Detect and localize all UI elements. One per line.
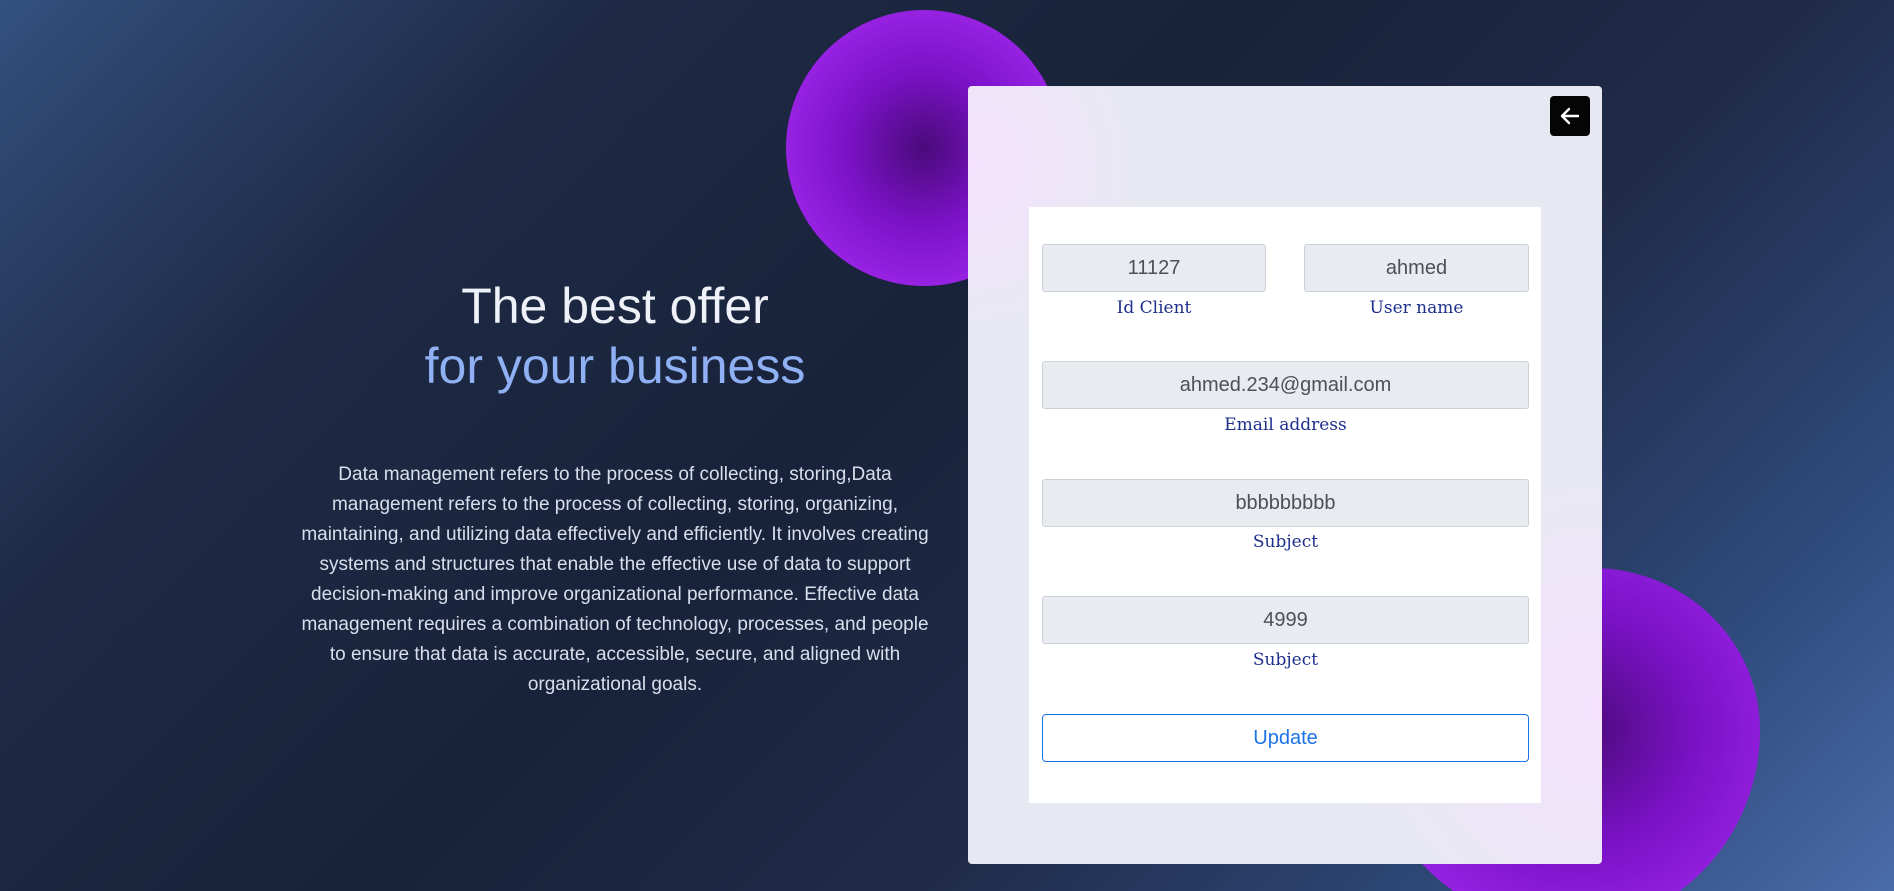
update-form: Id Client User name Email address Subjec…: [1029, 207, 1541, 803]
hero-title: The best offer: [461, 278, 769, 334]
user-name-input[interactable]: [1304, 244, 1529, 292]
hero-subtitle: for your business: [424, 338, 806, 394]
subject-input[interactable]: [1042, 479, 1529, 527]
update-card: Id Client User name Email address Subjec…: [968, 86, 1602, 864]
hero-description: Data management refers to the process of…: [301, 464, 929, 695]
user-name-label: User name: [1369, 298, 1464, 318]
subject-input-2[interactable]: [1042, 596, 1529, 644]
email-label: Email address: [1224, 415, 1347, 435]
subject-label: Subject: [1252, 532, 1319, 552]
update-button[interactable]: Update: [1042, 714, 1529, 762]
email-input[interactable]: [1042, 361, 1529, 409]
back-button[interactable]: [1550, 96, 1590, 136]
page-background: The best offer for your business Data ma…: [0, 0, 1894, 891]
arrow-left-icon: [1560, 107, 1580, 125]
id-client-input[interactable]: [1042, 244, 1266, 292]
hero-heading: The best offer for your business: [295, 276, 935, 396]
subject-label-2: Subject: [1252, 650, 1319, 670]
id-client-label: Id Client: [1116, 298, 1192, 318]
